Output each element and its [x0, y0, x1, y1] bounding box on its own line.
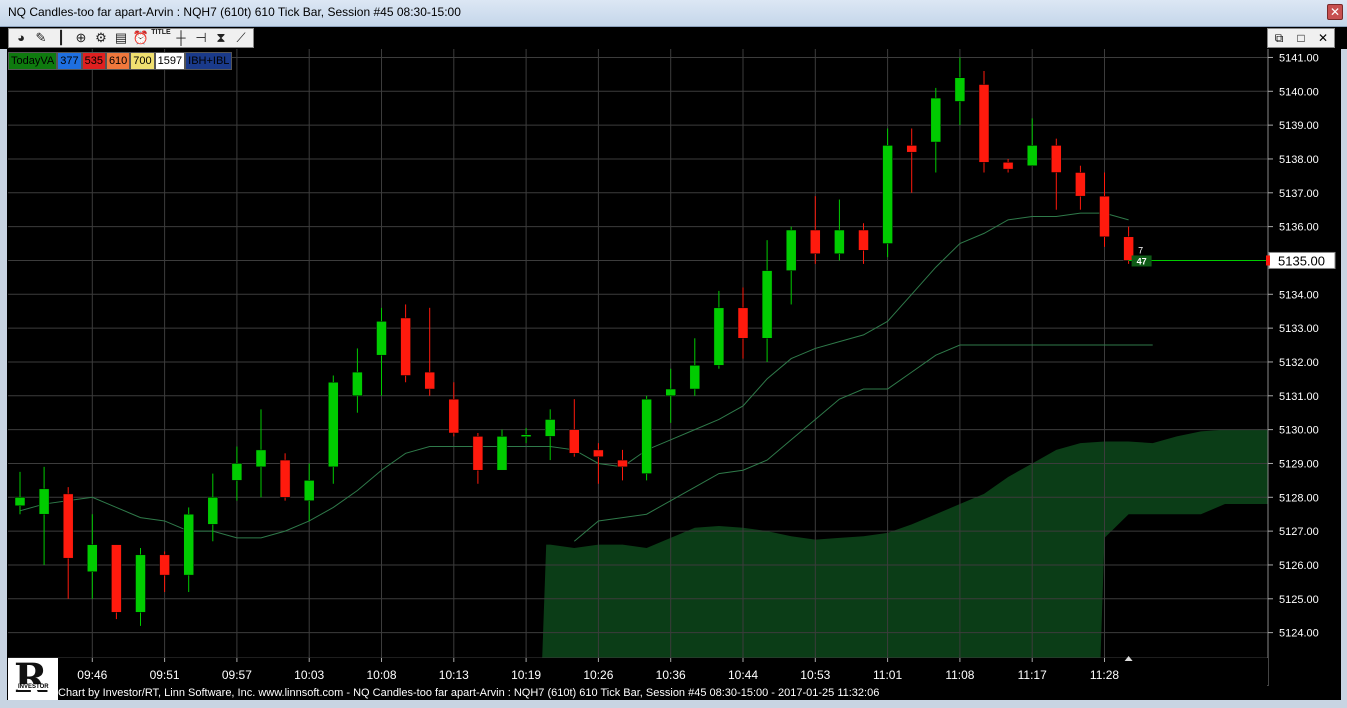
x-tick-label-13: 11:17	[1018, 668, 1047, 682]
candle-body-8	[207, 497, 219, 525]
candle-body-7	[183, 513, 194, 576]
candle-body-27	[665, 388, 676, 397]
candle-body-1	[38, 488, 50, 515]
candle-body-24	[593, 449, 604, 457]
x-tick-label-3: 10:03	[294, 668, 324, 682]
candle-body-16	[400, 317, 411, 376]
candle-body-23	[569, 429, 580, 454]
y-tick-label-0: 5124.00	[1279, 628, 1319, 640]
candle-body-19	[472, 436, 484, 471]
candle-body-41	[1002, 162, 1014, 170]
y-tick-label-5: 5129.00	[1279, 458, 1319, 470]
candle-body-35	[858, 229, 869, 251]
candle-body-42	[1026, 145, 1038, 166]
indicator-legend: TodayVA 377 535 610 700 1597 IBH+IBL	[8, 52, 233, 70]
legend-item-1[interactable]: 377	[57, 52, 82, 70]
legend-item-0[interactable]: TodayVA	[8, 52, 58, 70]
candle-body-4	[111, 544, 122, 613]
candle-body-0	[14, 497, 26, 506]
candle-body-20	[496, 436, 508, 471]
candle-body-30	[737, 307, 749, 339]
candle-body-32	[785, 229, 797, 271]
candle-body-22	[544, 419, 556, 437]
candle-body-17	[424, 371, 435, 390]
y-tick-label-4: 5128.00	[1279, 492, 1319, 504]
candle-body-33	[810, 229, 821, 254]
price-chart[interactable]: 747 5124.00 5125.00 5126.00 5127.00 5128.00 51…	[0, 0, 1347, 708]
candle-body-12	[303, 480, 315, 501]
x-tick-label-2: 09:57	[222, 668, 252, 682]
y-tick-label-6: 5130.00	[1279, 425, 1319, 437]
legend-item-4[interactable]: 700	[130, 52, 155, 70]
candle-body-3	[87, 544, 98, 572]
last-bar-label-bottom: 47	[1137, 256, 1147, 266]
candle-body-25	[617, 459, 628, 468]
candle-body-9	[231, 463, 243, 481]
candle-body-21	[520, 434, 532, 437]
candle-body-44	[1075, 172, 1086, 197]
x-tick-label-0: 09:46	[77, 668, 107, 682]
x-tick-label-7: 10:26	[583, 668, 613, 682]
legend-item-3[interactable]: 610	[105, 52, 131, 70]
candle-body-18	[448, 398, 460, 434]
legend-item-2[interactable]: 535	[81, 52, 106, 70]
y-tick-label-14: 5138.00	[1279, 154, 1319, 166]
candle-body-2	[62, 493, 74, 559]
candle-body-26	[641, 398, 652, 474]
y-tick-label-12: 5136.00	[1279, 222, 1319, 234]
x-tick-label-4: 10:08	[366, 668, 396, 682]
x-tick-label-10: 10:53	[800, 668, 830, 682]
logo-wordmark: INVESTOR	[18, 684, 49, 690]
y-tick-label-1: 5125.00	[1279, 594, 1319, 606]
y-tick-label-7: 5131.00	[1279, 391, 1319, 403]
candle-body-40	[978, 84, 990, 163]
candle-body-45	[1099, 195, 1110, 238]
candle-body-31	[761, 270, 773, 339]
last-price-label: 5135.00	[1278, 253, 1325, 268]
y-tick-label-17: 5141.00	[1279, 52, 1319, 64]
investor-rt-logo: R INVESTOR	[8, 655, 58, 702]
candle-body-29	[713, 307, 725, 366]
chart-footer: Chart by Investor/RT, Linn Software, Inc…	[58, 686, 1341, 700]
x-tick-label-8: 10:36	[656, 668, 686, 682]
y-tick-label-2: 5126.00	[1279, 560, 1319, 572]
candle-body-15	[376, 321, 387, 356]
y-tick-label-9: 5133.00	[1279, 323, 1319, 335]
candle-body-5	[135, 554, 146, 613]
x-tick-label-5: 10:13	[439, 668, 469, 682]
y-tick-label-16: 5140.00	[1279, 86, 1319, 98]
candle-body-36	[882, 145, 893, 244]
x-tick-label-9: 10:44	[728, 668, 758, 682]
candle-body-13	[328, 382, 339, 468]
candle-body-11	[279, 459, 291, 498]
candle-body-39	[954, 77, 966, 102]
y-tick-label-13: 5137.00	[1279, 188, 1319, 200]
last-bar-label-top: 7	[1138, 245, 1143, 255]
x-tick-label-11: 11:01	[873, 668, 902, 682]
legend-item-6[interactable]: IBH+IBL	[185, 52, 233, 70]
candle-body-14	[352, 371, 363, 397]
y-tick-label-3: 5127.00	[1279, 526, 1319, 538]
candle-body-28	[689, 365, 701, 390]
y-tick-label-8: 5132.00	[1279, 357, 1319, 369]
x-tick-label-14: 11:28	[1090, 668, 1119, 682]
candle-body-10	[255, 449, 267, 468]
x-tick-label-6: 10:19	[511, 668, 541, 682]
candle-body-6	[159, 554, 170, 576]
logo-letter: R	[14, 655, 48, 702]
y-tick-label-15: 5139.00	[1279, 120, 1319, 132]
candle-body-43	[1051, 145, 1062, 173]
candle-body-37	[906, 145, 917, 153]
y-tick-label-10: 5134.00	[1279, 289, 1319, 301]
last-price-marker	[1266, 255, 1270, 266]
x-tick-label-1: 09:51	[150, 668, 180, 682]
candle-body-34	[834, 229, 845, 254]
legend-item-5[interactable]: 1597	[154, 52, 186, 70]
candle-body-38	[930, 97, 942, 143]
x-tick-label-12: 11:08	[945, 668, 974, 682]
